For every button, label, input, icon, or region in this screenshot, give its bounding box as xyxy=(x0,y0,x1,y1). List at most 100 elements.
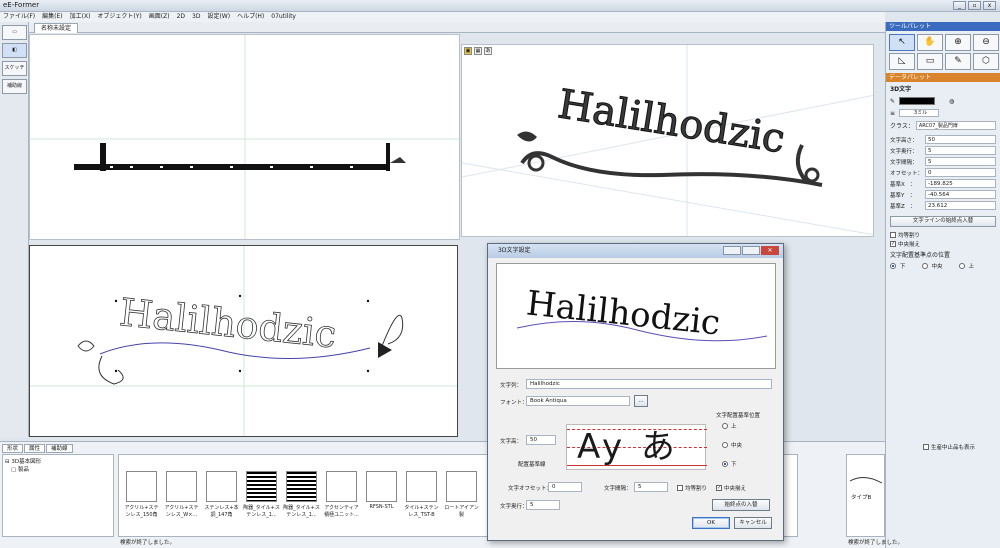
rectangle-icon[interactable]: ▭ xyxy=(917,53,943,70)
freeform-icon[interactable]: ◺ xyxy=(889,53,915,70)
menu-object[interactable]: オブジェクト(Y) xyxy=(97,12,141,22)
menu-3d[interactable]: 3D xyxy=(192,12,200,22)
layout-icon[interactable]: ◧ xyxy=(2,43,27,58)
pos-bottom-radio[interactable] xyxy=(722,461,728,467)
lineweight-field[interactable]: 3ミル xyxy=(899,109,940,117)
app-title: eE-Former xyxy=(3,1,40,9)
close-button[interactable]: x xyxy=(983,1,996,10)
view-icon[interactable]: ▭ xyxy=(2,25,27,40)
tab-document[interactable]: 名称未設定 xyxy=(34,23,79,33)
cancel-button[interactable]: キャンセル xyxy=(734,517,772,529)
height-input[interactable]: 50 xyxy=(526,435,556,445)
tab-shape[interactable]: 形状 xyxy=(2,444,24,453)
pos-top-radio[interactable] xyxy=(722,423,728,429)
polygon-icon[interactable]: ⬡ xyxy=(973,53,999,70)
prop-label: 基準X ： xyxy=(890,181,916,188)
part-item[interactable]: タイル+ステンレス_TST-B xyxy=(403,471,440,521)
menu-2d[interactable]: 2D xyxy=(177,12,185,22)
pencil-small-icon[interactable]: ✎ xyxy=(890,98,895,105)
center-checkbox[interactable]: ✓ xyxy=(890,240,896,247)
prop-label: 文字高さ： xyxy=(890,137,918,144)
prop-spacing-field[interactable]: 5 xyxy=(925,157,996,166)
even-split-checkbox[interactable] xyxy=(677,485,683,491)
text-input[interactable]: Halilhodzic xyxy=(526,379,772,389)
zoom-in-icon[interactable]: ⊕ xyxy=(945,34,971,51)
prop-offset-field[interactable]: 0 xyxy=(925,168,996,177)
radio-bottom[interactable] xyxy=(890,262,896,269)
prop-label: 文字間隔： xyxy=(890,159,918,166)
menu-utility[interactable]: 07utility xyxy=(271,12,296,22)
part-item[interactable]: アクセンティア積極ユニット... xyxy=(323,471,360,521)
part-item[interactable]: アクリル+ステンレス_150角 xyxy=(123,471,160,521)
pencil-icon[interactable]: ✎ xyxy=(945,53,971,70)
pointer-icon[interactable]: ↖ xyxy=(889,34,915,51)
swap-line-button[interactable]: 文字ラインの始終点入替 xyxy=(890,216,996,227)
dialog-title: 3D文字設定 xyxy=(498,247,531,254)
spacing-input[interactable]: 5 xyxy=(634,482,668,492)
paint-icon[interactable]: ◍ xyxy=(949,98,954,105)
menu-help[interactable]: ヘルプ(H) xyxy=(237,12,264,22)
tab-attribute[interactable]: 属性 xyxy=(24,444,46,453)
prop-y-field[interactable]: -40.564 xyxy=(925,190,996,199)
tab-auxline[interactable]: 補助線 xyxy=(46,444,73,453)
zoom-out-icon[interactable]: ⊖ xyxy=(973,34,999,51)
prop-height-field[interactable]: 50 xyxy=(925,135,996,144)
center-align-label: 中央揃え xyxy=(724,486,747,492)
color-swatch[interactable] xyxy=(899,97,936,105)
center-label: 中央揃え xyxy=(898,241,921,248)
right-palette: ツールパレット ↖ ✋ ⊕ ⊖ ◺ ▭ ✎ ⬡ データパレット 3D文字 ✎ ◍… xyxy=(885,22,1000,548)
part-item[interactable]: ステンレス+本調_147角 xyxy=(203,471,240,521)
menu-edit[interactable]: 編集(E) xyxy=(42,12,62,22)
dialog-titlebar: 3D文字設定 ✕ xyxy=(488,244,783,258)
tool-grid: ↖ ✋ ⊕ ⊖ ◺ ▭ ✎ ⬡ xyxy=(886,31,1000,73)
tree-item[interactable]: ▢ 製品 xyxy=(5,465,111,473)
production-checkbox[interactable] xyxy=(923,444,929,450)
part-item[interactable]: アクリル+ステンレス_W×... xyxy=(163,471,200,521)
part-item[interactable]: 陶器_タイル+ステンレス_1... xyxy=(283,471,320,521)
radio-top[interactable] xyxy=(958,262,965,269)
status-text: 検索が終了しました。 xyxy=(120,540,176,546)
even-split-label: 均等割り xyxy=(685,486,708,492)
menu-file[interactable]: ファイル(F) xyxy=(3,12,35,22)
viewport-side[interactable] xyxy=(29,34,460,240)
menu-bar: ファイル(F) 編集(E) 加工(X) オブジェクト(Y) 画面(Z) 2D 3… xyxy=(0,12,885,22)
prop-x-field[interactable]: -189.825 xyxy=(925,179,996,188)
radio-middle[interactable] xyxy=(921,262,928,269)
right-item-label[interactable]: タイプB xyxy=(851,493,871,501)
even-checkbox[interactable] xyxy=(890,231,896,238)
hand-icon[interactable]: ✋ xyxy=(917,34,943,51)
aux-line-button[interactable]: 補助線 xyxy=(2,79,27,94)
prop-z-field[interactable]: 23.612 xyxy=(925,201,996,210)
ok-button[interactable]: OK xyxy=(692,517,730,529)
dialog-minimize-button[interactable] xyxy=(723,246,741,255)
minimize-button[interactable]: _ xyxy=(953,1,966,10)
font-browse-button[interactable]: ... xyxy=(634,395,648,407)
section-title: 3D文字 xyxy=(890,86,912,93)
prop-depth-field[interactable]: 5 xyxy=(925,146,996,155)
prop-label: 基準Y ： xyxy=(890,192,916,199)
height-label: 文字高： xyxy=(500,439,523,445)
offset-input[interactable]: 0 xyxy=(548,482,582,492)
part-item[interactable]: ロートアイアン製 xyxy=(443,471,480,521)
swap-endpoints-button[interactable]: 始終点の入替 xyxy=(712,499,770,511)
menu-settings[interactable]: 設定(W) xyxy=(207,12,230,22)
glyph-sample: Ay あ xyxy=(577,427,679,467)
menu-process[interactable]: 加工(X) xyxy=(70,12,91,22)
pos-middle-radio[interactable] xyxy=(722,442,728,448)
depth-input[interactable]: 5 xyxy=(526,500,560,510)
tree-item[interactable]: ⊟ 3D基本図形 xyxy=(5,457,111,465)
dialog-close-button[interactable]: ✕ xyxy=(761,246,779,255)
menu-view[interactable]: 画面(Z) xyxy=(149,12,170,22)
maximize-button[interactable]: ▫ xyxy=(968,1,981,10)
part-item[interactable]: RFSN-STL xyxy=(363,471,400,521)
part-item[interactable]: 陶器_タイル+ステンレス_1... xyxy=(243,471,280,521)
title-bar: eE-Former _ ▫ x xyxy=(0,0,1000,12)
viewport-plan[interactable]: Halilhodzic xyxy=(29,245,458,437)
radio-bottom-label: 下 xyxy=(900,263,906,270)
dialog-maximize-button[interactable] xyxy=(742,246,760,255)
class-select[interactable]: ARC07_製品門扉 xyxy=(915,121,996,130)
viewport-3d[interactable]: ▣ ▦ あ Halilhodzic xyxy=(461,44,874,237)
center-align-checkbox[interactable]: ✓ xyxy=(716,485,722,491)
sketch-band-button[interactable]: スケッチバンド xyxy=(2,61,27,76)
font-select[interactable]: Book Antiqua xyxy=(526,396,630,406)
